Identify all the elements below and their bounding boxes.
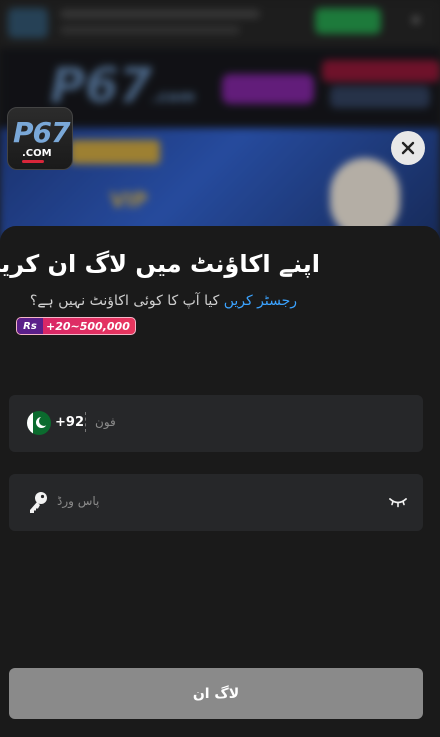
close-button[interactable] [391,131,425,165]
password-placeholder: پاس ورڈ [57,494,100,508]
page-title: اپنے اکاؤنٹ میں لاگ ان کریں [0,250,320,278]
background-close-icon: ✕ [410,13,422,29]
field-divider [85,412,86,432]
currency-label: Rs [17,318,43,334]
register-prompt-text: کیا آپ کا کوئی اکاؤنٹ نہیں ہے؟ [29,293,220,309]
login-button[interactable]: لاگ ان [9,668,423,719]
logo-text: P67 [13,116,70,149]
register-link[interactable]: رجسٹر کریں [224,293,297,309]
bonus-badge: Rs +20~500,000 [16,317,136,335]
background-topbar: ✕ [0,0,440,48]
background-app-icon [8,8,48,38]
background-logo: P67.com [50,58,196,114]
logo-domain: .COM [22,148,52,159]
eye-closed-icon[interactable] [389,496,407,508]
password-field[interactable]: پاس ورڈ [9,474,423,531]
phone-placeholder: فون [95,415,116,429]
key-icon [30,492,47,513]
app-logo-icon: P67 .COM [7,107,73,170]
country-code[interactable]: +92 [55,415,84,430]
register-prompt: رجسٹر کریں کیا آپ کا کوئی اکاؤنٹ نہیں ہے… [30,293,297,309]
pakistan-flag-icon[interactable] [27,411,51,435]
close-icon [401,141,415,155]
phone-field[interactable]: +92 فون [9,395,423,452]
bonus-amount: +20~500,000 [46,319,130,333]
background-download-button [315,8,381,34]
